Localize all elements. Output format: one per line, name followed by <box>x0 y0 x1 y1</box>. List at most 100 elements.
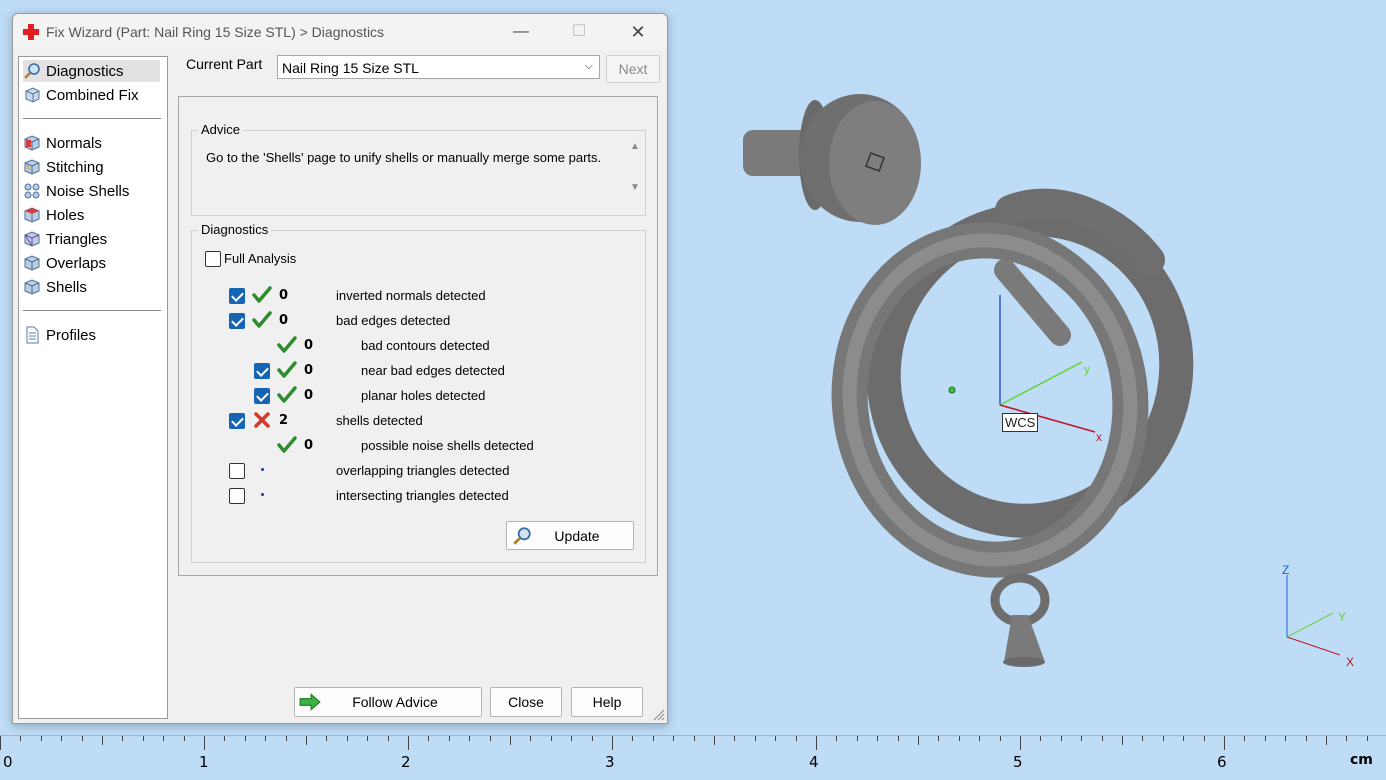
dialog-title: Fix Wizard (Part: Nail Ring 15 Size STL)… <box>46 24 385 40</box>
advice-text-box: Go to the 'Shells' page to unify shells … <box>200 143 620 201</box>
wcs-x-label: x <box>1096 430 1102 444</box>
green-check-icon <box>277 386 297 403</box>
advice-group: Advice Go to the 'Shells' page to unify … <box>191 122 646 216</box>
noise-shells-label: possible noise shells detected <box>361 438 534 453</box>
shells-label: shells detected <box>336 413 423 428</box>
nav-label: Shells <box>46 278 87 296</box>
cube-stack-icon <box>25 87 40 103</box>
wcs-label: WCS <box>1002 413 1039 432</box>
document-icon <box>26 326 39 344</box>
bad-edges-label: bad edges detected <box>336 313 451 328</box>
nav-item-triangles[interactable]: Triangles <box>23 228 160 250</box>
nav-label: Triangles <box>46 230 108 248</box>
inverted-normals-count: 0 <box>279 288 289 303</box>
noise-shells-count: 0 <box>304 438 314 453</box>
bad-edges-count: 0 <box>279 313 289 328</box>
red-cross-icon <box>23 24 39 40</box>
bad-contours-count: 0 <box>304 338 314 353</box>
corner-z-label: Z <box>1282 563 1290 577</box>
current-part-select[interactable]: Nail Ring 15 Size STL ⌵ <box>277 55 600 79</box>
update-button[interactable]: Update <box>506 521 634 550</box>
nav-item-overlaps[interactable]: Overlaps <box>23 252 160 274</box>
ruler-label: 1 <box>199 753 209 771</box>
scroll-down-icon[interactable]: ▼ <box>627 182 643 193</box>
corner-y-label: Y <box>1338 610 1347 624</box>
nav-label: Stitching <box>46 158 104 176</box>
full-analysis-checkbox[interactable] <box>205 251 221 267</box>
near-bad-edges-checkbox[interactable] <box>254 363 270 379</box>
near-bad-edges-count: 0 <box>304 363 314 378</box>
overlapping-triangles-checkbox[interactable] <box>229 463 245 479</box>
overlapping-triangles-label: overlapping triangles detected <box>336 463 510 478</box>
holes-cube-icon <box>24 207 40 223</box>
planar-holes-checkbox[interactable] <box>254 388 270 404</box>
ruler-label: 3 <box>605 753 615 771</box>
minimize-button[interactable]: — <box>503 20 539 44</box>
nav-item-stitching[interactable]: Stitching <box>23 156 160 178</box>
intersecting-triangles-label: intersecting triangles detected <box>336 488 509 503</box>
nav-label: Diagnostics <box>46 62 124 80</box>
pivot-point <box>948 386 956 394</box>
ruler-label: 2 <box>401 753 411 771</box>
follow-advice-button[interactable]: Follow Advice <box>294 687 482 717</box>
intersecting-triangles-checkbox[interactable] <box>229 488 245 504</box>
overlaps-cube-icon <box>24 255 40 271</box>
shells-checkbox[interactable] <box>229 413 245 429</box>
nav-divider <box>23 118 161 119</box>
nav-label: Combined Fix <box>46 86 139 104</box>
ruler-label: 5 <box>1013 753 1023 771</box>
nail-cap-part <box>743 94 921 225</box>
planar-holes-label: planar holes detected <box>361 388 486 403</box>
magnifier-icon <box>24 63 40 79</box>
diagnostics-panel: Advice Go to the 'Shells' page to unify … <box>178 96 658 576</box>
advice-scrollbar[interactable]: ▲ ▼ <box>627 139 643 195</box>
wizard-nav: Diagnostics Combined Fix Normals Stitchi… <box>18 56 168 719</box>
title-bar[interactable]: Fix Wizard (Part: Nail Ring 15 Size STL)… <box>13 14 667 50</box>
inverted-normals-checkbox[interactable] <box>229 288 245 304</box>
nav-item-holes[interactable]: Holes <box>23 204 160 226</box>
shells-cube-icon <box>24 279 40 295</box>
ruler-label: 0 <box>3 753 13 771</box>
normals-cube-icon <box>24 135 40 151</box>
green-check-icon <box>277 436 297 453</box>
maximize-button[interactable]: ☐ <box>561 20 597 44</box>
wcs-y-label: y <box>1084 362 1090 376</box>
current-part-label: Current Part <box>186 56 263 72</box>
green-check-icon <box>277 361 297 378</box>
nav-item-shells[interactable]: Shells <box>23 276 160 298</box>
nav-divider <box>23 310 161 311</box>
nav-item-diagnostics[interactable]: Diagnostics <box>23 60 160 82</box>
shells-count: 2 <box>279 413 289 428</box>
close-button[interactable]: Close <box>490 687 562 717</box>
ruler-label: 6 <box>1217 753 1227 771</box>
pending-dot-icon <box>261 493 264 496</box>
inverted-normals-label: inverted normals detected <box>336 288 486 303</box>
full-analysis-label: Full Analysis <box>224 251 297 266</box>
nav-item-noise-shells[interactable]: Noise Shells <box>23 180 160 202</box>
noise-shells-icon <box>24 183 40 199</box>
ruler: 0 1 2 3 4 5 6 cm <box>0 735 1386 780</box>
bad-edges-checkbox[interactable] <box>229 313 245 329</box>
bad-contours-label: bad contours detected <box>361 338 490 353</box>
advice-title: Advice <box>198 122 244 137</box>
current-part-value: Nail Ring 15 Size STL <box>282 60 419 76</box>
green-check-icon <box>252 311 272 328</box>
planar-holes-count: 0 <box>304 388 314 403</box>
nav-item-profiles[interactable]: Profiles <box>23 324 160 346</box>
green-check-icon <box>252 286 272 303</box>
update-label: Update <box>554 527 600 544</box>
resize-grip-icon[interactable] <box>653 709 665 721</box>
diagnostics-title: Diagnostics <box>198 222 272 237</box>
scroll-up-icon[interactable]: ▲ <box>627 141 643 152</box>
nav-item-combined-fix[interactable]: Combined Fix <box>23 84 160 106</box>
close-window-button[interactable]: ✕ <box>620 20 656 44</box>
pending-dot-icon <box>261 468 264 471</box>
help-button[interactable]: Help <box>571 687 643 717</box>
advice-text: Go to the 'Shells' page to unify shells … <box>206 150 602 165</box>
chevron-down-icon: ⌵ <box>584 60 593 72</box>
nav-item-normals[interactable]: Normals <box>23 132 160 154</box>
nav-label: Holes <box>46 206 85 224</box>
next-button[interactable]: Next <box>606 55 660 83</box>
follow-advice-label: Follow Advice <box>352 694 438 710</box>
diagnostics-group: Diagnostics Full Analysis 0 inverted nor… <box>191 222 646 563</box>
